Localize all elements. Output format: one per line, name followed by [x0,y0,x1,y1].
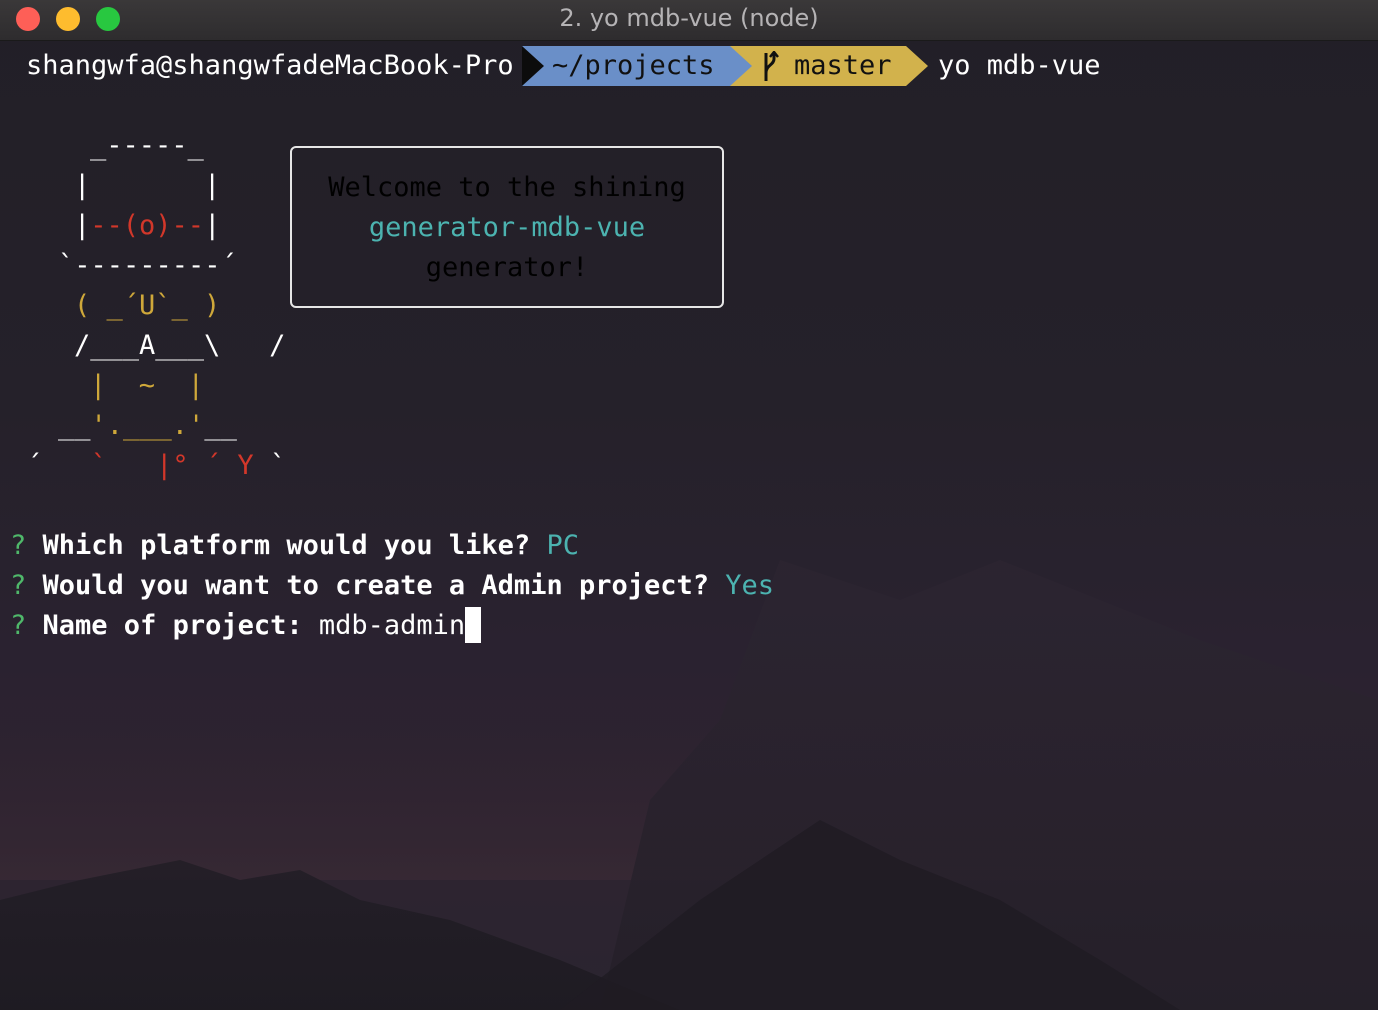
prompt-separator-arrow [522,46,544,86]
question-row: ? Would you want to create a Admin proje… [10,566,774,606]
art-line: |--(o)--| [74,210,221,241]
art-line: | ~ | [90,370,204,401]
question-mark-icon: ? [10,610,27,641]
git-branch-icon [764,51,779,81]
welcome-line: Welcome to the shining [328,172,686,203]
question-mark-icon: ? [10,530,27,561]
question-text: Name of project: [42,610,303,641]
window-title: 2. yo mdb-vue (node) [559,4,819,32]
art-line: ´ ` |° ´ Y ` [26,450,287,481]
project-name-input[interactable]: mdb-admin [319,610,465,641]
prompt-separator-arrow [906,46,928,86]
art-line: __'.___.'__ [58,410,237,441]
art-line: ( _´U`_ ) [74,290,221,321]
prompt-separator-arrow [730,46,752,86]
welcome-box: Welcome to the shining generator-mdb-vue… [290,146,724,308]
prompt-path: ~/projects [522,46,730,86]
title-bar[interactable]: 2. yo mdb-vue (node) [0,0,1378,41]
welcome-generator-name: generator-mdb-vue [368,212,646,243]
art-line: _-----_ [90,130,204,161]
welcome-line: generator! [425,252,589,283]
question-row[interactable]: ? Name of project: mdb-admin [10,606,482,646]
terminal-window: 2. yo mdb-vue (node) shangwfa@shangwfade… [0,0,1378,1010]
art-line: `---------´ [58,250,237,281]
question-text: Would you want to create a Admin project… [42,570,710,601]
question-answer: Yes [725,570,775,601]
prompt-branch: master [794,50,892,81]
text-cursor [465,606,482,643]
prompt-command: yo mdb-vue [938,50,1101,81]
art-line: /___A___\ / [74,330,286,361]
prompt-user-host: shangwfa@shangwfadeMacBook-Pro [26,50,514,81]
question-text: Which platform would you like? [42,530,531,561]
question-mark-icon: ? [10,570,27,601]
question-row: ? Which platform would you like? PC [10,526,579,566]
art-line: | | [74,170,221,201]
question-answer: PC [546,530,579,561]
prompt-branch-segment: master [730,46,906,86]
